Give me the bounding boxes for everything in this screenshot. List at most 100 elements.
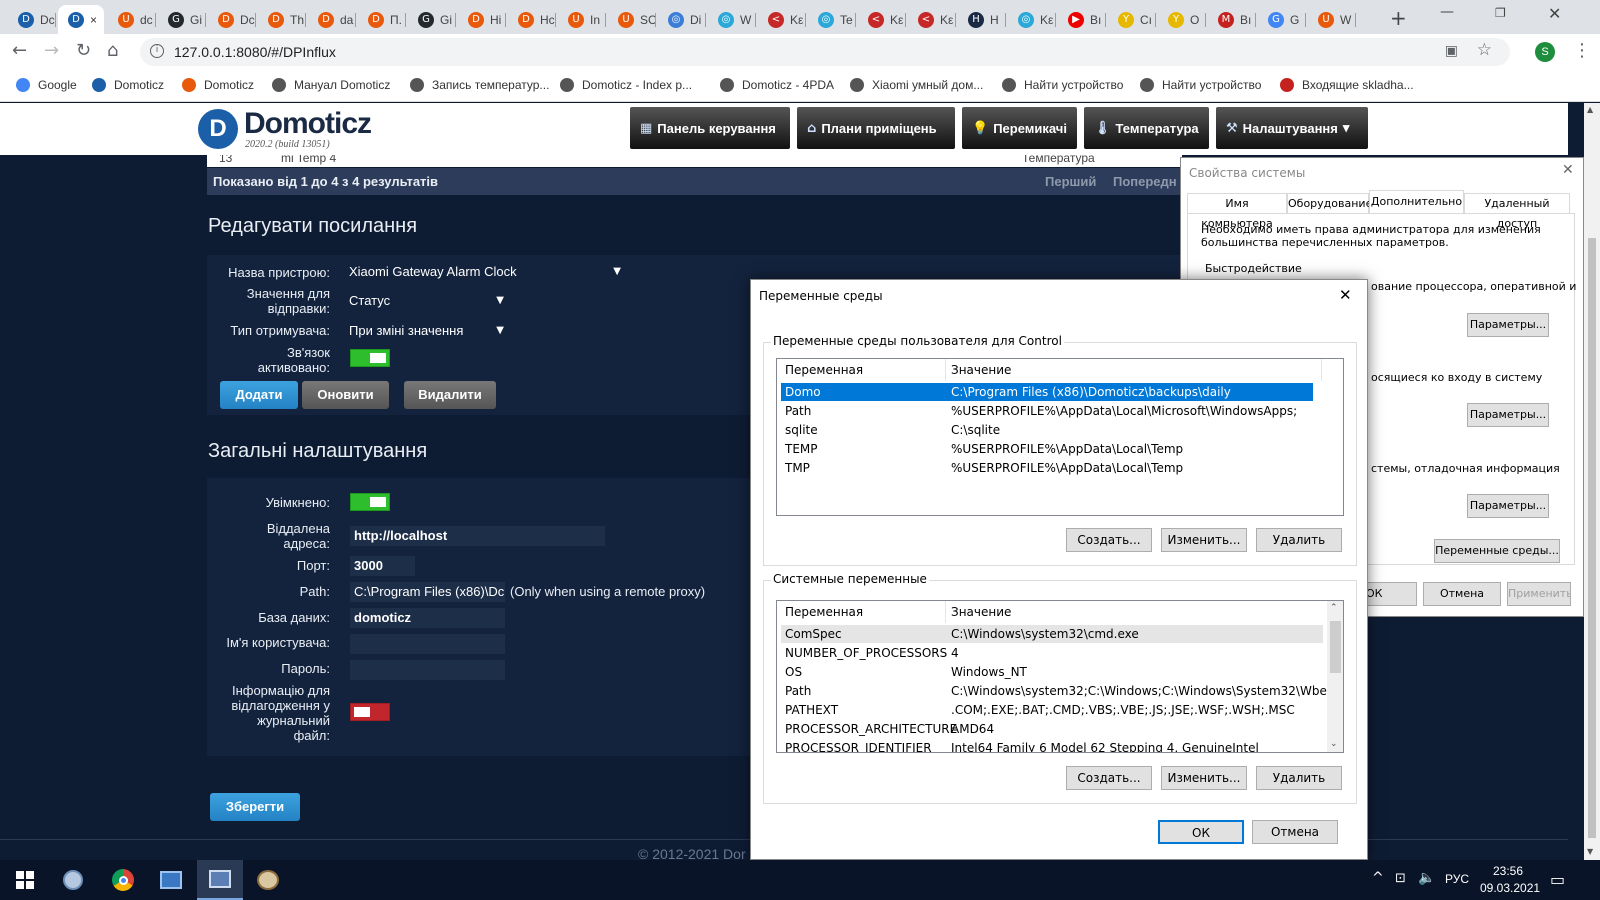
browser-tab[interactable]: Y Cı bbox=[1108, 5, 1156, 34]
bookmark-item[interactable]: Domoticz - 4PDA bbox=[720, 78, 834, 92]
startup-settings-button[interactable]: Параметры... bbox=[1467, 494, 1549, 518]
browser-tab[interactable]: < Kε bbox=[858, 5, 906, 34]
path-input[interactable]: C:\Program Files (x86)\Dc bbox=[350, 582, 505, 602]
browser-tab[interactable]: Dda bbox=[308, 5, 356, 34]
address-bar[interactable]: i 127.0.0.1:8080/#/DPInflux ▣ ☆ bbox=[140, 38, 1510, 66]
env-var-row[interactable]: TMP %USERPROFILE%\AppData\Local\Temp bbox=[781, 459, 1313, 477]
notifications-icon[interactable]: ▭ bbox=[1550, 870, 1565, 889]
browser-tab[interactable]: D Th bbox=[258, 5, 306, 34]
env-var-row[interactable]: Path C:\Windows\system32;C:\Windows;C:\Wi… bbox=[781, 682, 1343, 700]
forward-icon[interactable]: → bbox=[44, 40, 59, 61]
browser-tab[interactable]: M Bı bbox=[1208, 5, 1256, 34]
nav-setup[interactable]: ⚒ Налаштування ▾ bbox=[1216, 107, 1368, 149]
system-delete-button[interactable]: Удалить bbox=[1256, 766, 1342, 790]
browser-menu-icon[interactable]: ⋮ bbox=[1573, 40, 1591, 61]
browser-tab[interactable]: D П. bbox=[358, 5, 406, 34]
table-row[interactable]: 13 mi Temp 4 Температура bbox=[207, 155, 1182, 167]
clock-time[interactable]: 23:56 bbox=[1493, 864, 1523, 878]
nav-floorplans[interactable]: ⌂ Плани приміщень bbox=[797, 107, 955, 149]
env-var-row[interactable]: Path %USERPROFILE%\AppData\Local\Microsof… bbox=[781, 402, 1313, 420]
taskbar-chrome[interactable] bbox=[100, 860, 146, 900]
env-var-row[interactable]: PATHEXT .COM;.EXE;.BAT;.CMD;.VBS;.VBE;.JS… bbox=[781, 701, 1323, 719]
env-var-row[interactable]: TEMP %USERPROFILE%\AppData\Local\Temp bbox=[781, 440, 1313, 458]
cancel-button[interactable]: Отмена bbox=[1423, 582, 1501, 606]
bookmark-item[interactable]: Найти устройство bbox=[1140, 78, 1261, 92]
user-vars-list[interactable]: Переменная Значение Domo C:\Program Files… bbox=[776, 358, 1344, 516]
username-input[interactable] bbox=[350, 634, 505, 654]
bookmark-item[interactable]: Запись температур... bbox=[410, 78, 549, 92]
restore-icon[interactable]: ❐ bbox=[1495, 6, 1506, 20]
profile-settings-button[interactable]: Параметры... bbox=[1467, 403, 1549, 427]
scroll-down-icon[interactable]: ⌄ bbox=[1330, 739, 1338, 749]
window-close-icon[interactable]: ✕ bbox=[1548, 4, 1561, 23]
bookmark-item[interactable]: Мануал Domoticz bbox=[272, 78, 390, 92]
browser-tab[interactable]: D Dc bbox=[8, 5, 56, 34]
enabled-toggle[interactable] bbox=[350, 493, 390, 511]
browser-tab[interactable]: ▶ Bı bbox=[1058, 5, 1106, 34]
browser-tab[interactable]: D Hi bbox=[458, 5, 506, 34]
tab-remote[interactable]: Удаленный доступ bbox=[1464, 193, 1570, 230]
add-button[interactable]: Додати bbox=[220, 381, 298, 409]
port-input[interactable]: 3000 bbox=[350, 556, 415, 576]
tab-advanced[interactable]: Дополнительно bbox=[1369, 190, 1464, 214]
debug-log-toggle[interactable] bbox=[350, 703, 390, 721]
user-create-button[interactable]: Создать... bbox=[1066, 528, 1152, 552]
browser-tab[interactable]: U In bbox=[558, 5, 606, 34]
list-scrollbar[interactable]: ⌃ ⌄ bbox=[1327, 601, 1343, 752]
close-icon[interactable]: ✕ bbox=[1562, 162, 1574, 178]
browser-tab[interactable]: ◎ Di bbox=[658, 5, 706, 34]
update-button[interactable]: Оновити bbox=[302, 381, 389, 409]
performance-settings-button[interactable]: Параметры... bbox=[1467, 313, 1549, 337]
bookmark-item[interactable]: Domoticz bbox=[92, 78, 164, 92]
browser-tab[interactable]: Udc bbox=[108, 5, 156, 34]
user-edit-button[interactable]: Изменить... bbox=[1161, 528, 1247, 552]
scroll-up-icon[interactable]: ▲ bbox=[1587, 105, 1593, 114]
network-icon[interactable]: ⊡ bbox=[1395, 871, 1406, 886]
browser-tab[interactable]: HH bbox=[958, 5, 1006, 34]
env-var-row[interactable]: OS Windows_NT bbox=[781, 663, 1323, 681]
bookmark-item[interactable]: Domoticz bbox=[182, 78, 254, 92]
bookmark-item[interactable]: Domoticz - Index p... bbox=[560, 78, 692, 92]
col-value[interactable]: Значение bbox=[951, 363, 1011, 377]
profile-avatar[interactable]: S bbox=[1535, 42, 1555, 62]
taskbar-app-system[interactable] bbox=[197, 860, 243, 900]
taskbar-app-paint[interactable] bbox=[245, 860, 291, 900]
reload-icon[interactable]: ↻ bbox=[76, 40, 91, 61]
scroll-down-icon[interactable]: ▼ bbox=[1587, 847, 1593, 856]
back-icon[interactable]: ← bbox=[12, 40, 27, 61]
bookmark-item[interactable]: Xiaomi умный дом... bbox=[850, 78, 983, 92]
env-var-row[interactable]: PROCESSOR_ARCHITECTURE AMD64 bbox=[781, 720, 1323, 738]
nav-dashboard[interactable]: ▦ Панель керування bbox=[630, 107, 790, 149]
taskbar-app-explorer[interactable] bbox=[148, 860, 194, 900]
remote-address-input[interactable]: http://localhost bbox=[350, 526, 605, 546]
site-info-icon[interactable]: i bbox=[150, 44, 164, 58]
cancel-button[interactable]: Отмена bbox=[1252, 820, 1338, 844]
taskbar-app-tool[interactable] bbox=[50, 860, 96, 900]
col-value[interactable]: Значение bbox=[951, 605, 1011, 619]
env-var-row[interactable]: sqlite C:\sqlite bbox=[781, 421, 1313, 439]
browser-tab[interactable]: ◎ Kε bbox=[1008, 5, 1056, 34]
env-var-row[interactable]: Domo C:\Program Files (x86)\Domoticz\back… bbox=[781, 383, 1313, 401]
tab-hardware[interactable]: Оборудование bbox=[1287, 193, 1372, 213]
page-scrollbar[interactable]: ▲ ▼ bbox=[1584, 103, 1600, 860]
environment-variables-button[interactable]: Переменные среды... bbox=[1434, 539, 1560, 563]
clock-date[interactable]: 09.03.2021 bbox=[1480, 881, 1540, 895]
browser-tab[interactable]: G Gi bbox=[158, 5, 206, 34]
new-tab-button[interactable]: + bbox=[1390, 6, 1407, 30]
nav-temperature[interactable]: 🌡 Температура bbox=[1084, 107, 1209, 149]
apply-button[interactable]: Применить bbox=[1507, 582, 1571, 606]
col-variable[interactable]: Переменная bbox=[785, 605, 863, 619]
browser-tab[interactable]: UW bbox=[1308, 5, 1356, 34]
env-var-row[interactable]: ComSpec C:\Windows\system32\cmd.exe bbox=[781, 625, 1323, 643]
user-delete-button[interactable]: Удалить bbox=[1256, 528, 1342, 552]
browser-tab[interactable]: YO bbox=[1158, 5, 1206, 34]
env-var-row[interactable]: NUMBER_OF_PROCESSORS 4 bbox=[781, 644, 1323, 662]
bookmark-item[interactable]: Google bbox=[16, 78, 77, 92]
browser-tab[interactable]: GG bbox=[1258, 5, 1306, 34]
browser-tab[interactable]: D Dc bbox=[208, 5, 256, 34]
minimize-icon[interactable]: — bbox=[1440, 4, 1454, 20]
password-input[interactable] bbox=[350, 660, 505, 680]
receiver-select[interactable]: При зміні значення ▼ bbox=[345, 322, 510, 340]
close-tab-icon[interactable]: × bbox=[90, 13, 97, 27]
translate-icon[interactable]: ▣ bbox=[1445, 42, 1458, 59]
